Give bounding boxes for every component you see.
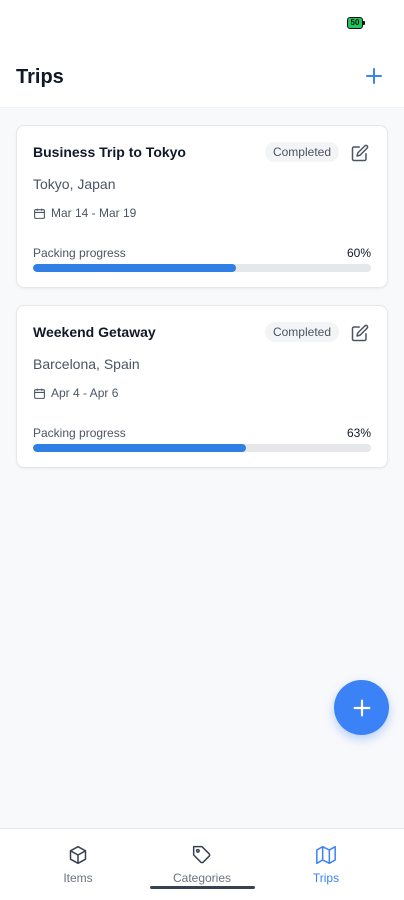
progress-label: Packing progress <box>33 426 126 440</box>
trip-card[interactable]: Weekend Getaway Completed Barcelona, Spa… <box>16 305 388 468</box>
page-title: Trips <box>16 66 64 88</box>
plus-icon <box>353 699 370 716</box>
trip-list: Business Trip to Tokyo Completed Tokyo, … <box>0 108 404 828</box>
edit-trip-button[interactable] <box>351 144 369 162</box>
progress-fill <box>33 264 236 272</box>
plus-icon <box>366 68 382 84</box>
progress-percent: 63% <box>346 426 371 440</box>
progress-bar <box>33 444 371 452</box>
trip-location: Barcelona, Spain <box>33 356 140 372</box>
status-bar: 50 <box>0 0 404 48</box>
bottom-nav: Items Categories Trips <box>0 828 404 900</box>
nav-item-label: Items <box>63 871 93 885</box>
progress-percent: 60% <box>346 246 371 260</box>
trip-dates-text: Mar 14 - Mar 19 <box>51 206 137 220</box>
calendar-icon <box>34 388 45 399</box>
map-icon <box>316 845 336 865</box>
tag-icon <box>192 845 211 864</box>
box-icon <box>69 845 87 865</box>
status-badge: Completed <box>264 142 339 162</box>
trip-name: Weekend Getaway <box>33 324 156 340</box>
home-indicator <box>150 886 255 889</box>
trip-name: Business Trip to Tokyo <box>33 144 186 160</box>
nav-item-items[interactable]: Items <box>28 845 128 885</box>
add-trip-fab[interactable] <box>334 680 389 735</box>
nav-item-label: Trips <box>312 871 340 885</box>
status-badge: Completed <box>264 322 339 342</box>
nav-item-label: Categories <box>172 871 232 885</box>
edit-icon <box>351 324 369 342</box>
edit-trip-button[interactable] <box>351 324 369 342</box>
app-header: Trips <box>0 48 404 108</box>
app-screen: 50 Trips Business Trip to Tokyo Complete… <box>0 0 404 900</box>
trip-dates: Apr 4 - Apr 6 <box>33 386 118 400</box>
nav-item-categories[interactable]: Categories <box>152 845 252 885</box>
progress-bar <box>33 264 371 272</box>
trip-location: Tokyo, Japan <box>33 176 116 192</box>
edit-icon <box>351 144 369 162</box>
progress-label: Packing progress <box>33 246 126 260</box>
trip-dates-text: Apr 4 - Apr 6 <box>51 386 119 400</box>
trip-dates: Mar 14 - Mar 19 <box>33 206 136 220</box>
trip-card[interactable]: Business Trip to Tokyo Completed Tokyo, … <box>16 125 388 288</box>
progress-fill <box>33 444 246 452</box>
add-trip-button[interactable] <box>362 64 386 88</box>
battery-icon: 50 <box>347 17 365 29</box>
calendar-icon <box>34 208 45 219</box>
nav-item-trips[interactable]: Trips <box>276 845 376 885</box>
